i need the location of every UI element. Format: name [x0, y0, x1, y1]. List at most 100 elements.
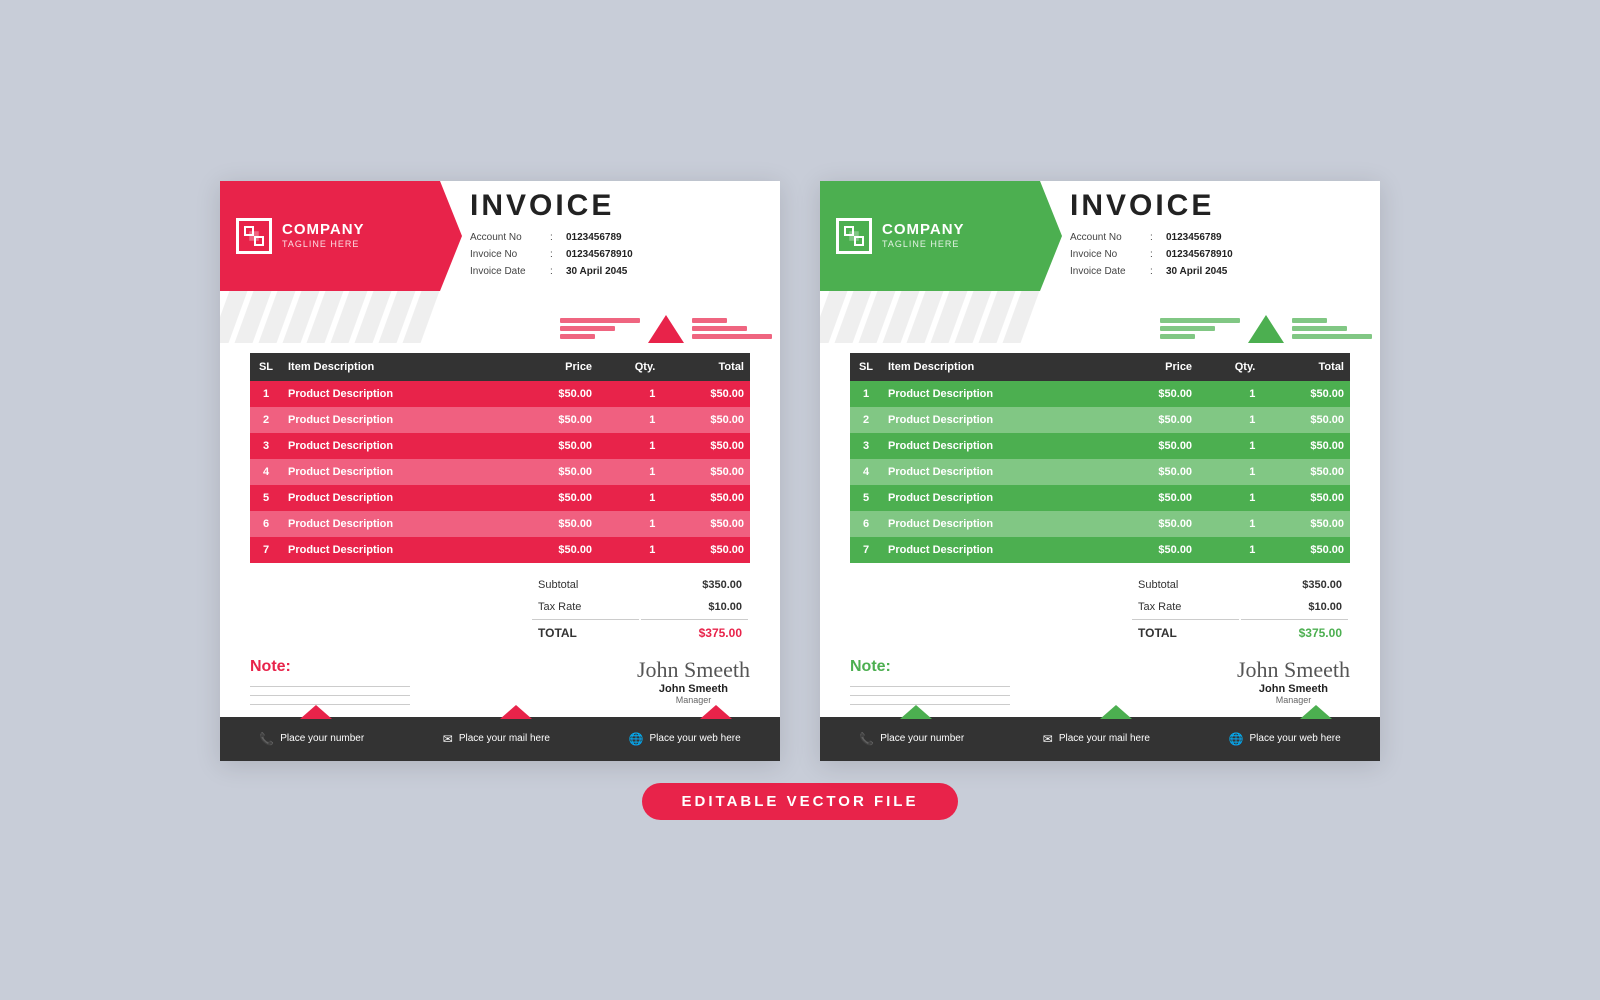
- cell-price: $50.00: [509, 433, 598, 459]
- cell-total: $50.00: [1261, 381, 1350, 407]
- account-no-label-red: Account No: [470, 229, 550, 246]
- sig-script-red: John Smeeth: [637, 659, 750, 681]
- tax-row-red: Tax Rate $10.00: [532, 597, 748, 617]
- cell-price: $50.00: [509, 485, 598, 511]
- th-sl-red: SL: [250, 353, 282, 381]
- invoice-date-label-red: Invoice Date: [470, 263, 550, 280]
- header-right-green: INVOICE Account No : 0123456789 Invoice …: [1040, 181, 1380, 291]
- totals-green: Subtotal $350.00 Tax Rate $10.00 TOTAL $…: [820, 563, 1380, 646]
- cell-desc: Product Description: [882, 485, 1109, 511]
- account-no-label-green: Account No: [1070, 229, 1150, 246]
- phone-icon-green: 📞: [859, 732, 874, 746]
- cell-qty: 1: [1198, 381, 1261, 407]
- invoice-table-red: SL Item Description Price Qty. Total 1 P…: [250, 353, 750, 563]
- footer-phone-red: 📞 Place your number: [259, 732, 364, 746]
- table-row: 2 Product Description $50.00 1 $50.00: [250, 407, 750, 433]
- logo-arrow-red: [440, 181, 462, 291]
- cell-qty: 1: [1198, 433, 1261, 459]
- cell-price: $50.00: [509, 459, 598, 485]
- logo-arrow-green: [1040, 181, 1062, 291]
- email-icon-red: ✉: [443, 732, 453, 746]
- table-row: 5 Product Description $50.00 1 $50.00: [250, 485, 750, 511]
- table-row: 7 Product Description $50.00 1 $50.00: [250, 537, 750, 563]
- table-row: 1 Product Description $50.00 1 $50.00: [850, 381, 1350, 407]
- signature-green: John Smeeth John Smeeth Manager: [1237, 659, 1350, 705]
- cell-total: $50.00: [1261, 511, 1350, 537]
- logo-block-red: COMPANY TAGLINE HERE: [220, 181, 440, 291]
- th-price-red: Price: [509, 353, 598, 381]
- tagline-green: TAGLINE HERE: [882, 239, 965, 249]
- th-price-green: Price: [1109, 353, 1198, 381]
- invoice-date-row-red: Invoice Date : 30 April 2045: [470, 263, 760, 280]
- note-lines-red: [250, 686, 410, 705]
- th-total-red: Total: [661, 353, 750, 381]
- footer-email-green: ✉ Place your mail here: [1043, 732, 1150, 746]
- cell-sl: 3: [250, 433, 282, 459]
- header-right-red: INVOICE Account No : 0123456789 Invoice …: [440, 181, 780, 291]
- invoice-table-green: SL Item Description Price Qty. Total 1 P…: [850, 353, 1350, 563]
- table-row: 7 Product Description $50.00 1 $50.00: [850, 537, 1350, 563]
- table-row: 2 Product Description $50.00 1 $50.00: [850, 407, 1350, 433]
- footer-web-green: 🌐 Place your web here: [1229, 732, 1341, 746]
- cell-sl: 7: [250, 537, 282, 563]
- footer-phone-green: 📞 Place your number: [859, 732, 964, 746]
- footer-email-red: ✉ Place your mail here: [443, 732, 550, 746]
- cell-qty: 1: [598, 407, 661, 433]
- editable-badge: EDITABLE VECTOR FILE: [642, 783, 959, 820]
- signature-red: John Smeeth John Smeeth Manager: [637, 659, 750, 705]
- cell-desc: Product Description: [282, 407, 509, 433]
- total-label-red: TOTAL: [532, 619, 639, 644]
- tax-val-green: $10.00: [1241, 597, 1348, 617]
- account-no-val-green: 0123456789: [1166, 229, 1222, 246]
- cell-price: $50.00: [509, 407, 598, 433]
- th-total-green: Total: [1261, 353, 1350, 381]
- cell-price: $50.00: [1109, 459, 1198, 485]
- total-label-green: TOTAL: [1132, 619, 1239, 644]
- cell-sl: 1: [850, 381, 882, 407]
- subtotal-val-red: $350.00: [641, 575, 748, 595]
- invoice-no-row-green: Invoice No : 012345678910: [1070, 246, 1360, 263]
- cell-price: $50.00: [1109, 511, 1198, 537]
- invoice-title-green: INVOICE: [1070, 191, 1360, 221]
- cell-sl: 1: [250, 381, 282, 407]
- stripe-accent-red: [560, 315, 780, 343]
- cell-total: $50.00: [661, 381, 750, 407]
- phone-icon-red: 📞: [259, 732, 274, 746]
- cell-qty: 1: [1198, 511, 1261, 537]
- totals-table-red: Subtotal $350.00 Tax Rate $10.00 TOTAL $…: [530, 573, 750, 646]
- total-row-red: TOTAL $375.00: [532, 619, 748, 644]
- footer-green: 📞 Place your number ✉ Place your mail he…: [820, 717, 1380, 761]
- cell-sl: 5: [250, 485, 282, 511]
- company-icon-red: [236, 218, 272, 254]
- table-row: 6 Product Description $50.00 1 $50.00: [850, 511, 1350, 537]
- invoice-red: COMPANY TAGLINE HERE INVOICE Account No …: [220, 181, 780, 761]
- th-qty-red: Qty.: [598, 353, 661, 381]
- total-val-red: $375.00: [641, 619, 748, 644]
- cell-desc: Product Description: [282, 485, 509, 511]
- stripe-area-green: [820, 291, 1380, 343]
- footer-email-text-green: Place your mail here: [1059, 733, 1150, 744]
- invoice-header-red: COMPANY TAGLINE HERE INVOICE Account No …: [220, 181, 780, 291]
- invoice-title-red: INVOICE: [470, 191, 760, 221]
- cell-sl: 3: [850, 433, 882, 459]
- subtotal-row-red: Subtotal $350.00: [532, 575, 748, 595]
- cell-desc: Product Description: [282, 537, 509, 563]
- cell-total: $50.00: [661, 407, 750, 433]
- cell-total: $50.00: [1261, 485, 1350, 511]
- sig-title-red: Manager: [637, 695, 750, 705]
- cell-price: $50.00: [1109, 537, 1198, 563]
- cell-qty: 1: [1198, 537, 1261, 563]
- table-row: 3 Product Description $50.00 1 $50.00: [850, 433, 1350, 459]
- cell-desc: Product Description: [882, 381, 1109, 407]
- note-section-red: Note:: [250, 658, 410, 705]
- footer-web-text-red: Place your web here: [650, 733, 741, 744]
- subtotal-val-green: $350.00: [1241, 575, 1348, 595]
- invoice-date-val-red: 30 April 2045: [566, 263, 627, 280]
- th-desc-red: Item Description: [282, 353, 509, 381]
- invoice-header-green: COMPANY TAGLINE HERE INVOICE Account No …: [820, 181, 1380, 291]
- cell-qty: 1: [1198, 459, 1261, 485]
- tax-val-red: $10.00: [641, 597, 748, 617]
- note-lines-green: [850, 686, 1010, 705]
- logo-text-red: COMPANY TAGLINE HERE: [282, 222, 365, 249]
- account-no-row-red: Account No : 0123456789: [470, 229, 760, 246]
